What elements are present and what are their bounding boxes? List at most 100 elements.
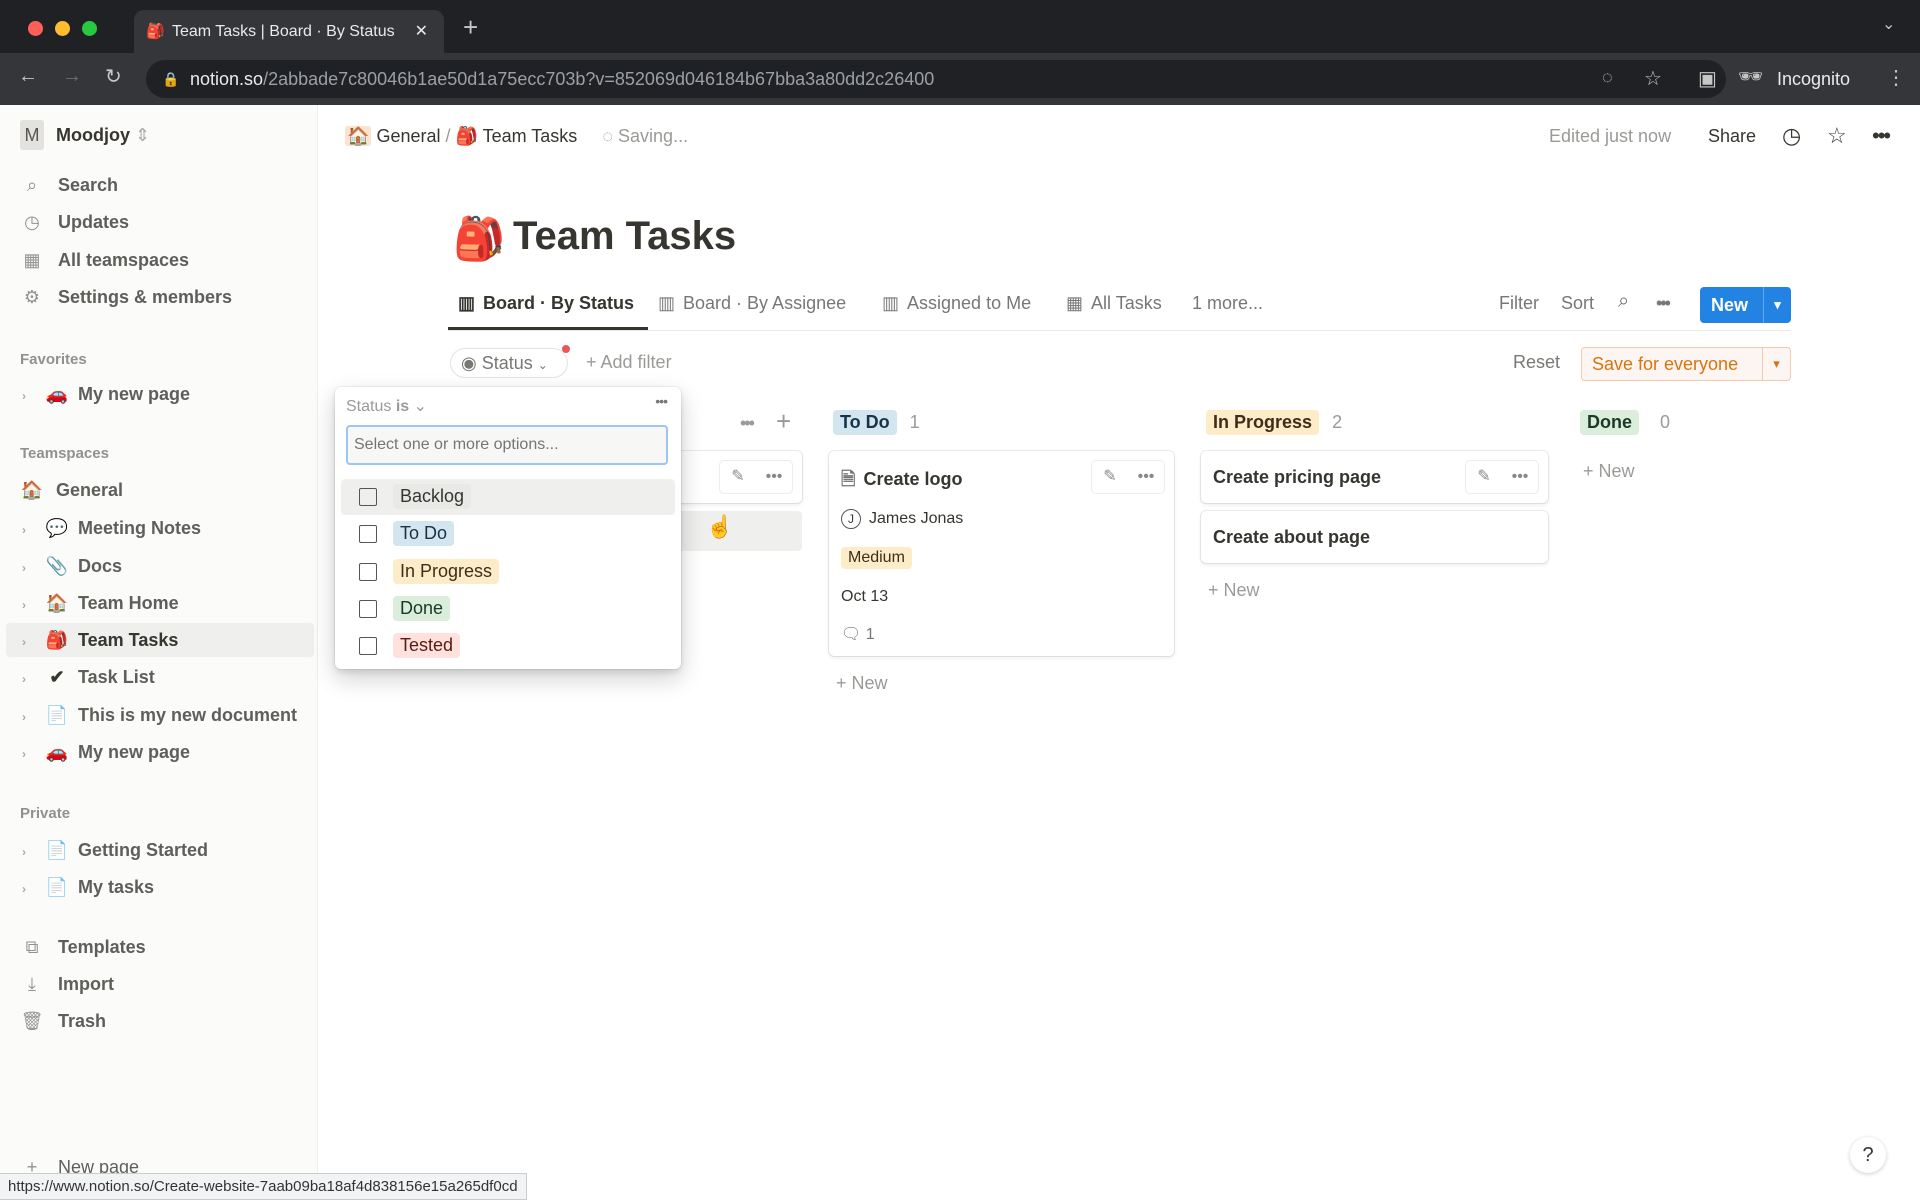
link-status-bar: https://www.notion.so/Create-website-7aa… xyxy=(0,1173,527,1200)
column-header-done[interactable]: Done 0 xyxy=(1580,410,1670,435)
sidebar-page[interactable]: › 📎 Docs xyxy=(22,551,122,581)
card-more-icon[interactable]: ••• xyxy=(1128,461,1164,493)
breadcrumb-general[interactable]: 🏠 General xyxy=(345,126,440,146)
sidebar-page[interactable]: › 🚗 My new page xyxy=(22,737,190,767)
tab-list-chevron-icon[interactable]: ⌄ xyxy=(1882,14,1895,34)
checkbox[interactable] xyxy=(359,600,377,618)
help-button[interactable]: ? xyxy=(1850,1137,1886,1173)
assignee: J James Jonas xyxy=(841,509,963,529)
tab-board-by-status[interactable]: ▥ Board · By Status xyxy=(458,293,634,314)
search-icon[interactable]: ⌕ xyxy=(1618,290,1629,313)
tab-more-views[interactable]: 1 more... xyxy=(1192,293,1263,314)
page-title[interactable]: Team Tasks xyxy=(513,214,736,259)
new-tab-button[interactable]: + xyxy=(463,12,478,43)
add-card-done[interactable]: + New xyxy=(1583,461,1635,482)
card-more-icon: ••• xyxy=(765,468,783,485)
sidebar-page[interactable]: › 🏠 Team Home xyxy=(22,588,179,618)
sidebar-templates[interactable]: ⧉ Templates xyxy=(20,932,146,962)
tab-all-tasks[interactable]: ▦ All Tasks xyxy=(1066,293,1162,314)
add-filter-button[interactable]: + Add filter xyxy=(586,352,672,373)
sidebar-page[interactable]: › 💬 Meeting Notes xyxy=(22,513,201,543)
board-card[interactable]: Create about page xyxy=(1201,511,1548,563)
option-search-input[interactable] xyxy=(346,425,668,465)
filter-more-icon[interactable]: ••• xyxy=(655,393,668,409)
sidebar-trash[interactable]: 🗑 Trash xyxy=(20,1006,106,1036)
sidebar-page[interactable]: › ✔ Task List xyxy=(22,662,155,692)
browser-tab[interactable]: 🎒 Team Tasks | Board · By Status ✕ xyxy=(134,10,444,53)
board-card[interactable]: Create pricing page ✎ ••• xyxy=(1201,451,1548,503)
minimize-window-button[interactable] xyxy=(55,21,70,36)
checkbox[interactable] xyxy=(359,488,377,506)
sidebar-updates[interactable]: ◷ Updates xyxy=(20,207,129,237)
reset-button[interactable]: Reset xyxy=(1513,352,1560,373)
sidebar-all-teamspaces[interactable]: ▦ All teamspaces xyxy=(20,245,189,275)
sidepanel-icon[interactable]: ▣ xyxy=(1698,66,1717,91)
checkbox[interactable] xyxy=(359,563,377,581)
tab-board-by-assignee[interactable]: ▥ Board · By Assignee xyxy=(658,293,846,314)
history-icon[interactable]: ◷ xyxy=(1782,124,1801,148)
page-icon: 🗎 xyxy=(841,469,856,489)
view-more-icon[interactable]: ••• xyxy=(1656,293,1671,314)
bookmark-star-icon[interactable]: ☆ xyxy=(1644,66,1662,91)
checkbox[interactable] xyxy=(359,525,377,543)
more-icon[interactable]: ••• xyxy=(1872,124,1891,148)
board-card-create-logo[interactable]: 🗎 Create logo ✎ ••• J James Jonas Medium Oc… xyxy=(829,451,1174,656)
share-button[interactable]: Share xyxy=(1708,124,1756,148)
back-button[interactable]: ← xyxy=(18,65,38,88)
save-for-everyone-button[interactable]: Save for everyone ▾ xyxy=(1581,347,1791,381)
sort-button[interactable]: Sort xyxy=(1561,293,1594,314)
sidebar-page[interactable]: › 🚗 My new page xyxy=(22,379,190,409)
filter-condition[interactable]: Status is ⌄ xyxy=(346,396,427,416)
forward-button[interactable]: → xyxy=(62,65,82,88)
url-input[interactable]: 🔒 notion.so/2abbade7c80046b1ae50d1a75ecc7… xyxy=(146,60,1726,98)
sidebar-teamspace-general[interactable]: 🏠 General xyxy=(20,475,123,505)
profile-label[interactable]: Incognito xyxy=(1777,69,1850,90)
sidebar-page[interactable]: › 📄 Getting Started xyxy=(22,835,208,865)
page-icon[interactable]: 🎒 xyxy=(453,215,505,264)
save-options-chevron-icon[interactable]: ▾ xyxy=(1762,348,1790,380)
option-backlog[interactable]: Backlog xyxy=(341,479,675,515)
status-filter-dropdown: Status is ⌄ ••• Backlog To Do In Progres… xyxy=(335,387,681,669)
card-more-icon[interactable]: ••• xyxy=(1502,461,1538,493)
new-button[interactable]: New ▾ xyxy=(1700,287,1791,323)
option-to-do[interactable]: To Do xyxy=(341,516,675,552)
sidebar-import[interactable]: ⤓ Import xyxy=(20,969,114,999)
workspace-switcher[interactable]: M Moodjoy ⇕ xyxy=(20,120,150,150)
templates-icon: ⧉ xyxy=(25,937,39,957)
edit-icon[interactable]: ✎ xyxy=(1092,461,1128,493)
status-filter-chip[interactable]: ◉ Status ⌄ xyxy=(450,345,570,378)
option-tested[interactable]: Tested xyxy=(341,628,675,664)
close-window-button[interactable] xyxy=(28,21,43,36)
eye-off-icon[interactable]: ◌ xyxy=(1602,67,1613,88)
favorite-star-icon[interactable]: ☆ xyxy=(1827,124,1847,148)
browser-menu-icon[interactable]: ⋮ xyxy=(1886,65,1906,90)
filter-button[interactable]: Filter xyxy=(1499,293,1539,314)
reload-button[interactable]: ↻ xyxy=(105,64,122,89)
add-card-in-progress[interactable]: + New xyxy=(1208,580,1260,601)
browser-tab-bar: 🎒 Team Tasks | Board · By Status ✕ + ⌄ xyxy=(0,0,1920,53)
checkbox[interactable] xyxy=(359,637,377,655)
sidebar-page[interactable]: › 📄 My tasks xyxy=(22,872,154,902)
gear-icon: ⚙ xyxy=(23,287,41,307)
new-dropdown-chevron-icon[interactable]: ▾ xyxy=(1763,287,1791,323)
sidebar-search[interactable]: ⌕ Search xyxy=(20,170,118,200)
option-done[interactable]: Done xyxy=(341,591,675,627)
column-add-icon[interactable]: + xyxy=(776,406,791,437)
column-header-todo[interactable]: To Do 1 xyxy=(833,410,920,435)
maximize-window-button[interactable] xyxy=(82,21,97,36)
breadcrumb-team-tasks[interactable]: 🎒 Team Tasks xyxy=(456,126,578,146)
edit-icon[interactable]: ✎ xyxy=(1466,461,1502,493)
sidebar-page-team-tasks[interactable]: › 🎒 Team Tasks xyxy=(22,625,178,655)
sidebar-page[interactable]: › 📄 This is my new document xyxy=(22,700,297,730)
sidebar: M Moodjoy ⇕ ⌕ Search ◷ Updates ▦ All teamspa… xyxy=(0,105,318,1200)
option-in-progress[interactable]: In Progress xyxy=(341,554,675,590)
close-tab-icon[interactable]: ✕ xyxy=(415,10,428,53)
edit-icon: ✎ xyxy=(731,468,745,485)
sidebar-settings[interactable]: ⚙ Settings & members xyxy=(20,282,232,312)
incognito-icon: 🕶 xyxy=(1738,66,1764,88)
column-header-in-progress[interactable]: In Progress 2 xyxy=(1206,410,1342,435)
tab-assigned-to-me[interactable]: ▥ Assigned to Me xyxy=(882,293,1031,314)
column-more-icon[interactable]: ••• xyxy=(740,413,755,434)
hand-cursor-icon: ☝ xyxy=(706,514,734,539)
add-card-todo[interactable]: + New xyxy=(836,673,888,694)
